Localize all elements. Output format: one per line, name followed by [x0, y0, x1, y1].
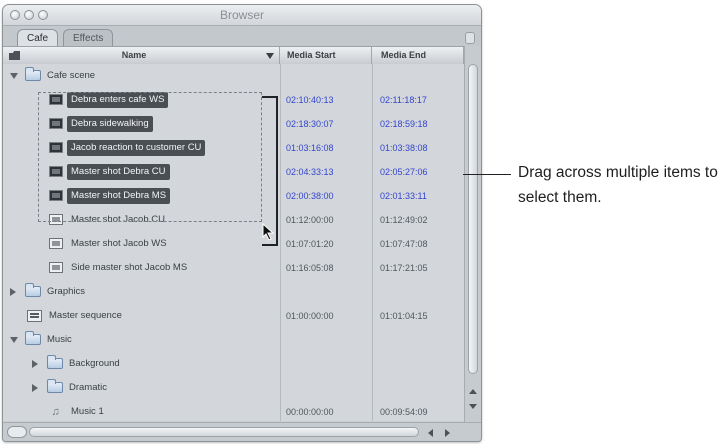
window-title: Browser — [219, 8, 264, 22]
media-start-cell: 02:00:38:00 — [286, 191, 334, 201]
arrow-cursor-icon — [262, 223, 275, 241]
media-end-cell: 01:03:38:08 — [380, 143, 428, 153]
disclosure-triangle-collapsed-icon[interactable] — [10, 288, 16, 296]
clip-icon — [49, 262, 63, 273]
item-name: Side master shot Jacob MS — [71, 262, 188, 273]
scroll-left-arrow-icon[interactable] — [428, 429, 433, 437]
media-start-cell: 01:00:00:00 — [286, 311, 334, 321]
scroll-up-arrow-icon[interactable] — [469, 389, 477, 394]
item-name: Cafe scene — [47, 70, 96, 81]
audio-clip-icon: ♫ — [51, 406, 60, 418]
column-header: Name Media Start Media End — [3, 46, 481, 65]
bin-row[interactable]: Cafe scene — [3, 64, 464, 88]
disclosure-triangle-collapsed-icon[interactable] — [32, 360, 38, 368]
list-item[interactable]: Master shot Jacob WS 01:07:01:20 01:07:47:… — [3, 232, 464, 256]
media-end-cell: 01:12:49:02 — [380, 215, 428, 225]
tab-effects[interactable]: Effects — [63, 29, 114, 46]
item-name: Music 1 — [71, 406, 104, 417]
tab-area-widget[interactable] — [465, 32, 475, 44]
media-end-cell: 02:05:27:06 — [380, 167, 428, 177]
media-start-cell: 01:03:16:08 — [286, 143, 334, 153]
horizontal-scroll-thumb[interactable] — [29, 427, 419, 437]
folder-icon — [25, 67, 41, 81]
column-header-media-end[interactable]: Media End — [372, 47, 464, 64]
callout-leader-line — [463, 174, 511, 175]
folder-icon — [25, 331, 41, 345]
list-item[interactable]: Side master shot Jacob MS 01:16:05:08 01:1… — [3, 256, 464, 280]
bin-row[interactable]: Music — [3, 328, 464, 352]
callout-text: Drag across multiple items to select the… — [518, 164, 718, 206]
disclosure-triangle-expanded-icon[interactable] — [10, 337, 18, 343]
media-start-cell: 02:04:33:13 — [286, 167, 334, 177]
item-name: Master sequence — [49, 310, 122, 321]
column-header-name[interactable]: Name — [3, 47, 280, 64]
media-start-cell: 01:16:05:08 — [286, 263, 334, 273]
media-end-cell: 01:01:04:15 — [380, 311, 428, 321]
bin-row[interactable]: Dramatic — [3, 376, 464, 400]
vertical-scroll-thumb[interactable] — [468, 64, 478, 374]
media-start-cell: 01:12:00:00 — [286, 215, 334, 225]
media-end-cell: 00:09:54:09 — [380, 407, 428, 417]
media-start-cell: 02:18:30:07 — [286, 119, 334, 129]
sort-arrow-icon — [266, 53, 274, 59]
media-start-cell: 02:10:40:13 — [286, 95, 334, 105]
folder-icon — [47, 379, 63, 393]
media-end-cell: 02:01:33:11 — [380, 191, 427, 201]
marquee-selection-rectangle — [38, 92, 262, 222]
media-start-cell: 01:07:01:20 — [286, 239, 334, 249]
item-name: Music — [47, 334, 72, 345]
folder-icon — [47, 355, 63, 369]
tab-cafe[interactable]: Cafe — [17, 29, 59, 46]
item-name: Background — [69, 358, 120, 369]
item-name: Dramatic — [69, 382, 108, 393]
column-header-media-start[interactable]: Media Start — [280, 47, 372, 64]
media-end-cell: 02:11:18:17 — [380, 95, 427, 105]
vertical-scrollbar[interactable] — [464, 46, 481, 424]
bin-row[interactable]: Graphics — [3, 280, 464, 304]
disclosure-triangle-collapsed-icon[interactable] — [32, 384, 38, 392]
bin-row[interactable]: Background — [3, 352, 464, 376]
list-item[interactable]: ♫ Music 1 00:00:00:00 00:09:54:09 — [3, 400, 464, 424]
tab-bar: Cafe Effects — [3, 26, 481, 46]
horizontal-scrollbar[interactable] — [3, 422, 481, 441]
item-name: Graphics — [47, 286, 86, 297]
scroll-down-arrow-icon[interactable] — [469, 404, 477, 409]
title-bar[interactable]: Browser — [3, 5, 481, 26]
clip-icon — [49, 238, 63, 249]
media-start-cell: 00:00:00:00 — [286, 407, 334, 417]
view-toggle-button[interactable] — [7, 426, 27, 438]
scroll-right-arrow-icon[interactable] — [445, 429, 450, 437]
media-end-cell: 02:18:59:18 — [380, 119, 428, 129]
list-item[interactable]: Master sequence 01:00:00:00 01:01:04:15 — [3, 304, 464, 328]
disclosure-triangle-expanded-icon[interactable] — [10, 73, 18, 79]
item-name: Master shot Jacob WS — [71, 238, 167, 249]
browser-window: Browser Cafe Effects Name Media Start Me… — [2, 4, 482, 442]
media-end-cell: 01:17:21:05 — [380, 263, 428, 273]
media-end-cell: 01:07:47:08 — [380, 239, 428, 249]
sequence-icon — [27, 310, 42, 322]
folder-icon — [25, 283, 41, 297]
